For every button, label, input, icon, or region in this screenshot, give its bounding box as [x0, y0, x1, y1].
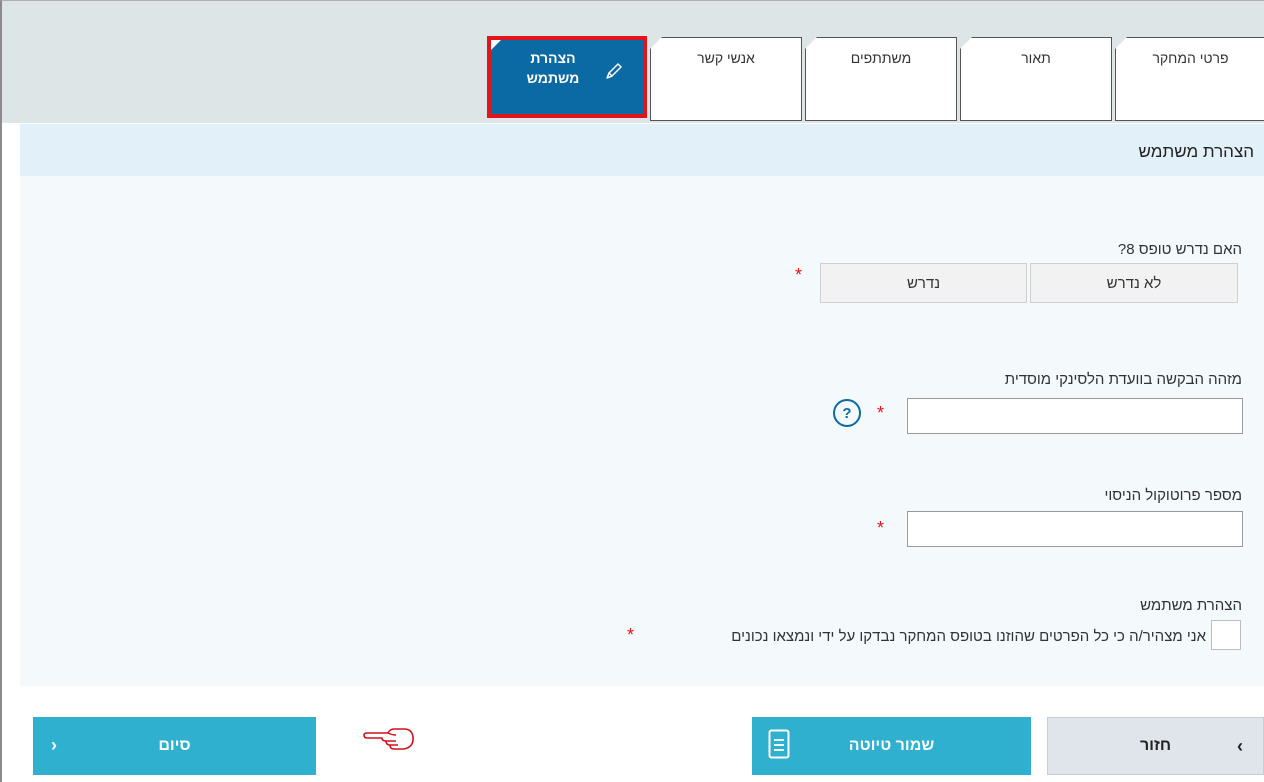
section-title: הצהרת משתמש — [1138, 142, 1254, 161]
tab-label: אנשי קשר — [697, 50, 755, 66]
form8-question-label: האם נדרש טופס 8? — [1117, 241, 1242, 258]
protocol-number-label: מספר פרוטוקול הניסוי — [1104, 487, 1243, 504]
helsinki-id-label: מזהה הבקשה בוועדת הלסינקי מוסדית — [1004, 371, 1242, 388]
chevron-left-icon: ‹ — [1237, 736, 1243, 756]
back-button[interactable]: חזור ‹ — [1047, 717, 1264, 775]
required-button[interactable]: נדרש — [820, 263, 1027, 303]
help-icon[interactable]: ? — [833, 399, 861, 427]
tab-study-details[interactable]: פרטי המחקר — [1115, 37, 1264, 121]
save-draft-button[interactable]: שמור טיוטה — [752, 717, 1031, 775]
pointing-hand-icon — [363, 728, 414, 750]
finish-button[interactable]: סיום › — [33, 717, 316, 775]
tab-user-declaration[interactable]: הצהרת משתמש — [487, 36, 647, 118]
tab-label: משתתפים — [850, 50, 912, 66]
required-mark: * — [877, 518, 885, 538]
pencil-icon — [606, 63, 622, 79]
tab-label: תאור — [1021, 50, 1051, 66]
tab-participants[interactable]: משתתפים — [805, 37, 957, 121]
finish-button-label: סיום — [158, 737, 191, 754]
tab-corner — [491, 40, 501, 50]
chevron-right-icon: › — [51, 735, 57, 755]
required-mark: * — [627, 625, 635, 645]
declaration-checkbox[interactable] — [1211, 620, 1241, 650]
document-icon — [768, 729, 790, 759]
back-button-label: חזור — [1139, 737, 1172, 754]
tab-label: פרטי המחקר — [1152, 50, 1229, 66]
declaration-label: הצהרת משתמש — [1140, 597, 1242, 614]
helsinki-id-input[interactable] — [907, 398, 1243, 434]
tab-description[interactable]: תאור — [960, 37, 1112, 121]
tab-user-declaration-label: הצהרת משתמש — [526, 50, 580, 86]
protocol-number-input[interactable] — [907, 511, 1243, 547]
save-draft-label: שמור טיוטה — [848, 737, 935, 754]
required-mark: * — [795, 265, 803, 285]
section-header: הצהרת משתמש — [20, 124, 1264, 176]
tab-contacts[interactable]: אנשי קשר — [650, 37, 802, 121]
declaration-text: אני מצהיר/ה כי כל הפרטים שהוזנו בטופס המ… — [731, 628, 1206, 645]
not-required-button[interactable]: לא נדרש — [1030, 263, 1238, 303]
required-mark: * — [877, 403, 885, 423]
